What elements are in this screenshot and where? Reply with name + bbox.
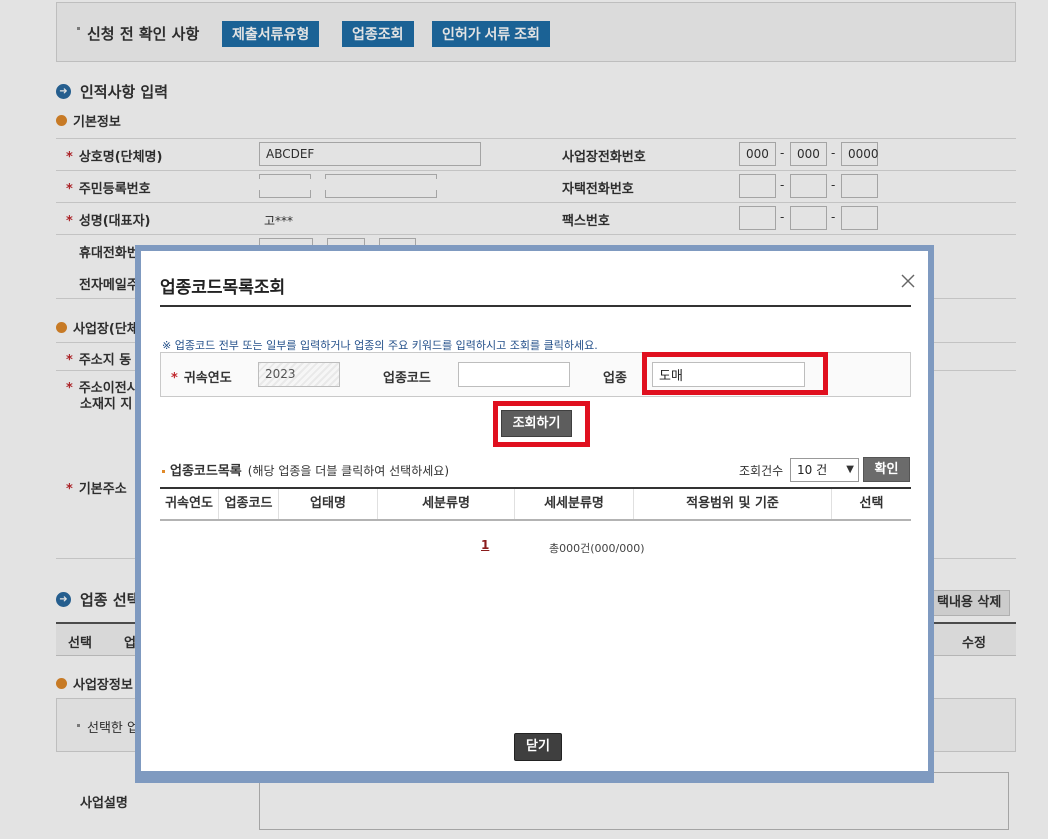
help-text: ※ 업종코드 전부 또는 일부를 입력하거나 업종의 주요 키워드를 입력하시고…: [162, 339, 598, 352]
title-divider: [160, 305, 911, 307]
code-list-hint: (해당 업종을 더블 클릭하여 선택하세요): [247, 464, 450, 478]
code-grid-header: 귀속연도 업종코드 업태명 세분류명 세세분류명 적용범위 및 기준 선택: [160, 487, 911, 521]
col-sub-subclass: 세세분류명: [514, 489, 633, 519]
count-select-value: 10 건: [797, 463, 828, 477]
col-select: 선택: [831, 489, 911, 519]
col-year: 귀속연도: [165, 496, 213, 511]
highlight-box-search: [493, 401, 590, 447]
close-icon[interactable]: [898, 271, 918, 291]
bullet-icon: [162, 470, 165, 473]
col-code: 업종코드: [218, 489, 278, 519]
col-subclass: 세분류명: [377, 489, 514, 519]
code-label: 업종코드: [383, 371, 431, 386]
code-list-title: 업종코드목록 (해당 업종을 더블 클릭하여 선택하세요): [162, 460, 449, 479]
close-button[interactable]: 닫기: [514, 733, 562, 761]
year-field: 2023: [258, 362, 340, 387]
chevron-down-icon: ▼: [846, 464, 854, 475]
industry-code-modal: 업종코드목록조회 ※ 업종코드 전부 또는 일부를 입력하거나 업종의 주요 키…: [135, 245, 934, 783]
modal-title: 업종코드목록조회: [160, 278, 286, 298]
year-label: * 귀속연도: [171, 371, 232, 386]
highlight-box-industry: [642, 352, 828, 395]
count-label: 조회건수: [739, 464, 784, 478]
industry-code-input[interactable]: [458, 362, 570, 387]
page-link-1[interactable]: 1: [481, 538, 489, 552]
total-count-text: 총000건(000/000): [549, 542, 645, 555]
count-select[interactable]: 10 건 ▼: [790, 458, 859, 482]
confirm-button[interactable]: 확인: [863, 457, 910, 482]
industry-label: 업종: [603, 371, 627, 386]
modal-bottom-strip: [141, 771, 928, 777]
col-business-type: 업태명: [278, 489, 377, 519]
col-scope: 적용범위 및 기준: [633, 489, 831, 519]
